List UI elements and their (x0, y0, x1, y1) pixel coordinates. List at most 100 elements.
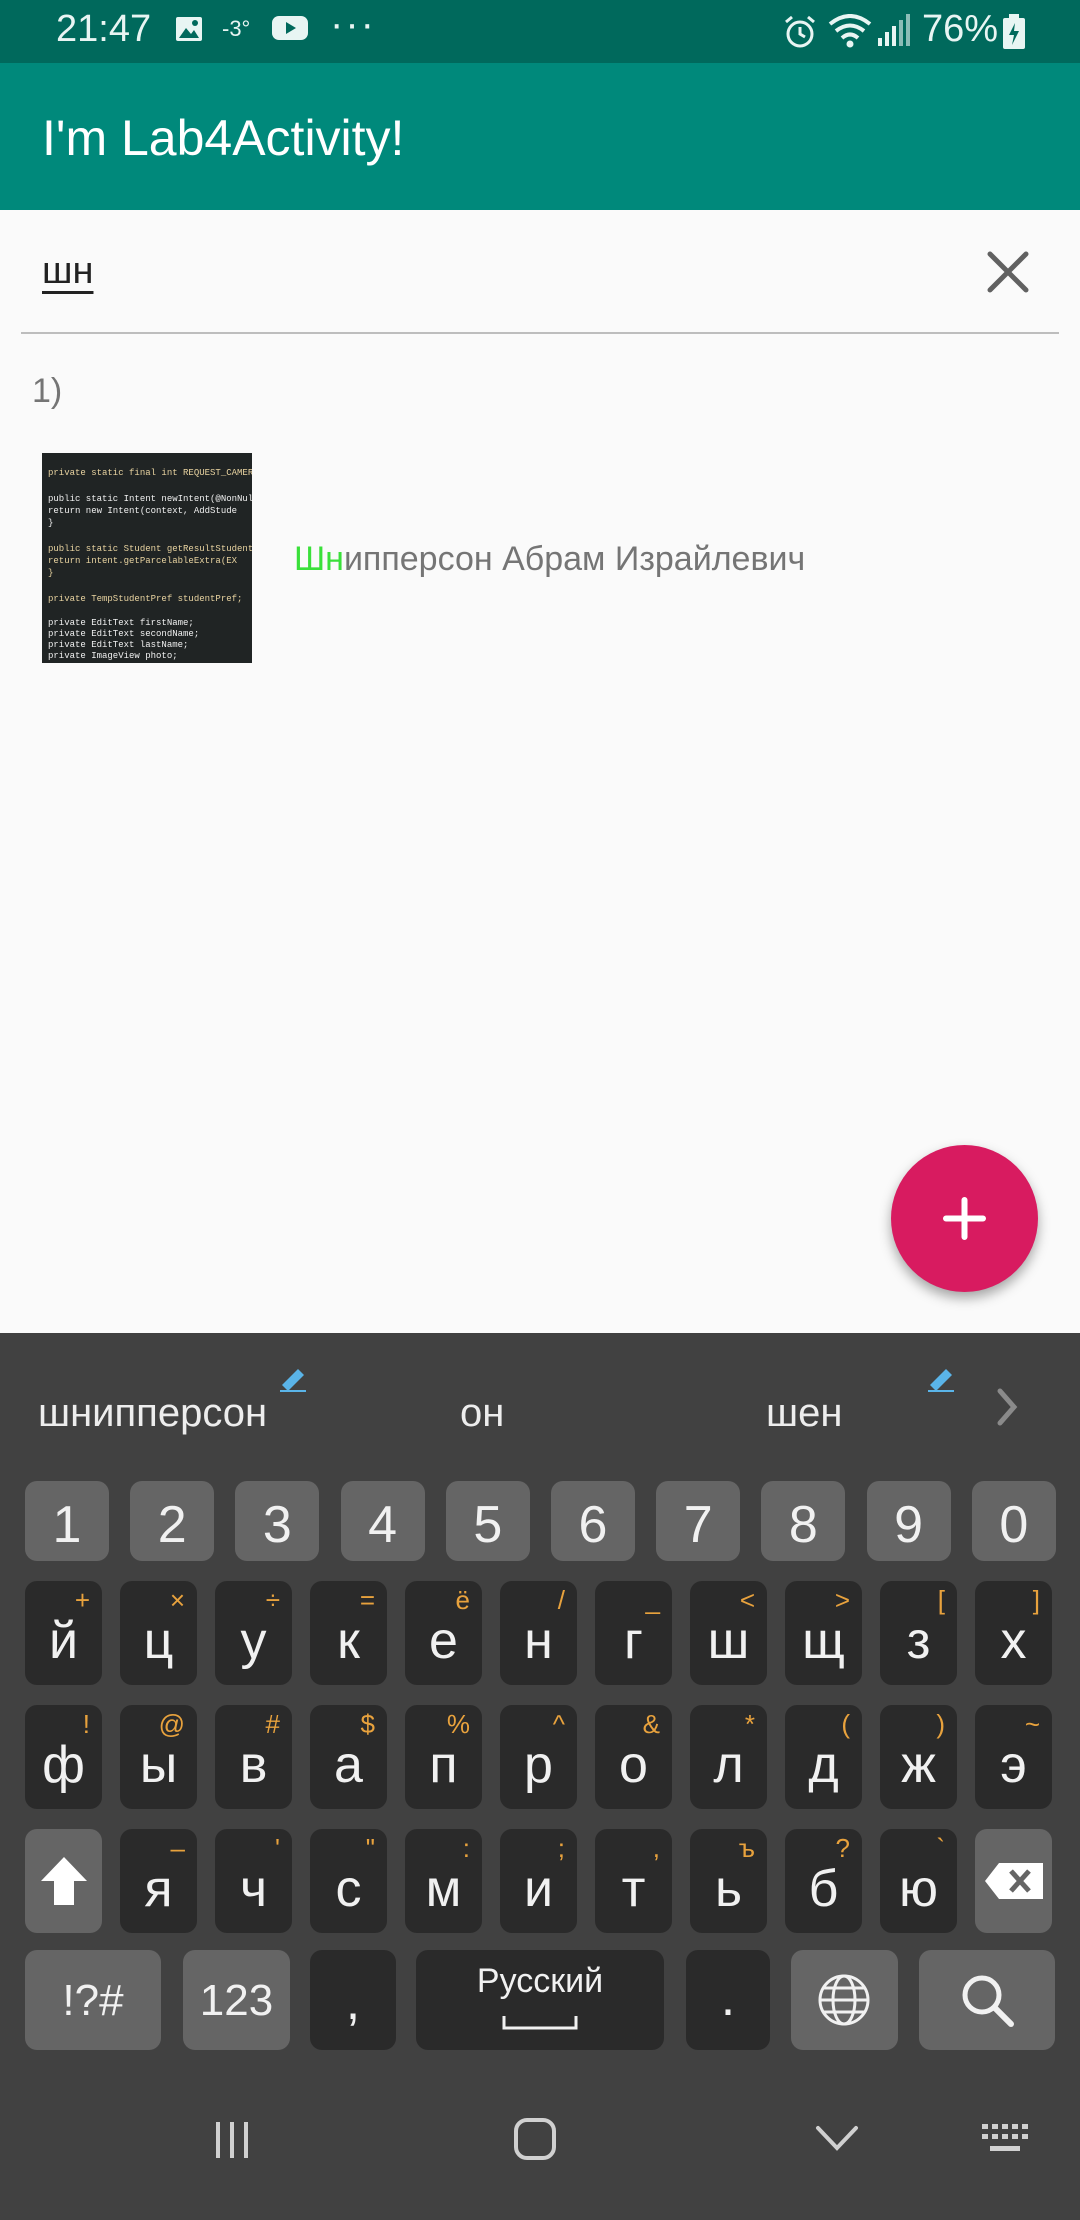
home-icon[interactable] (512, 2116, 558, 2162)
svg-text:private TempStudentPref studen: private TempStudentPref studentPref; (48, 594, 242, 604)
key-ч[interactable]: ч ' (215, 1829, 292, 1933)
comma-key[interactable]: , (310, 1950, 396, 2050)
chevron-right-icon[interactable] (992, 1385, 1022, 1429)
key-3[interactable]: 3 (235, 1481, 320, 1561)
key-label: а (334, 1736, 363, 1794)
key-label: ф (42, 1736, 85, 1794)
numbers-key[interactable]: 123 (183, 1950, 290, 2050)
key-label: 8 (788, 1496, 818, 1554)
key-з[interactable]: з[ (880, 1581, 957, 1685)
key-label: н (524, 1612, 553, 1670)
suggestion-1[interactable]: шнипперсон (38, 1391, 267, 1436)
key-ж[interactable]: ж) (880, 1705, 957, 1809)
add-student-button[interactable] (891, 1145, 1038, 1292)
key-label: б (808, 1860, 839, 1918)
key-м[interactable]: м: (405, 1829, 482, 1933)
key-label: л (713, 1736, 744, 1794)
key-у[interactable]: у ÷ (215, 1581, 292, 1685)
search-key[interactable] (919, 1950, 1055, 2050)
key-д[interactable]: д( (785, 1705, 862, 1809)
battery-percent: 76% (922, 8, 999, 50)
language-key[interactable] (791, 1950, 898, 2050)
recents-icon[interactable] (210, 2118, 254, 2162)
space-key[interactable]: Русский (416, 1950, 664, 2050)
key-с[interactable]: с " (310, 1829, 387, 1933)
key-е[interactable]: её (405, 1581, 482, 1685)
back-down-icon[interactable] (814, 2122, 860, 2156)
key-н[interactable]: н / (500, 1581, 577, 1685)
app-bar: I'm Lab4Activity! (0, 63, 1080, 210)
shift-key[interactable] (25, 1829, 102, 1933)
key-к[interactable]: к = (310, 1581, 387, 1685)
status-time: 21:47 (56, 8, 152, 50)
student-photo[interactable]: private static final int REQUEST_CAMERA … (42, 453, 252, 663)
key-9[interactable]: 9 (866, 1481, 951, 1561)
space-bar-icon (502, 2016, 578, 2030)
student-name[interactable]: Шнипперсон Абрам Израйлевич (294, 540, 805, 579)
key-hint: & (642, 1709, 660, 1739)
backspace-key[interactable] (975, 1829, 1052, 1933)
key-а[interactable]: а $ (310, 1705, 387, 1809)
key-0[interactable]: 0 (971, 1481, 1056, 1561)
key-4[interactable]: 4 (340, 1481, 425, 1561)
symbols-key[interactable]: !?# (25, 1950, 161, 2050)
key-и[interactable]: и; (500, 1829, 577, 1933)
key-hint: $ (360, 1709, 375, 1739)
svg-text:private EditText secondName;: private EditText secondName; (48, 629, 199, 639)
key-2[interactable]: 2 (130, 1481, 215, 1561)
key-hint: # (265, 1709, 280, 1739)
key-8[interactable]: 8 (761, 1481, 846, 1561)
key-л[interactable]: л * (690, 1705, 767, 1809)
key-х[interactable]: х] (975, 1581, 1052, 1685)
svg-text:return intent.getParcelableExt: return intent.getParcelableExtra(EX (48, 556, 238, 566)
svg-text:private ImageView photo;: private ImageView photo; (48, 651, 178, 661)
key-т[interactable]: т, (595, 1829, 672, 1933)
key-ц[interactable]: ц × (120, 1581, 197, 1685)
key-ь[interactable]: ьъ (690, 1829, 767, 1933)
key-6[interactable]: 6 (551, 1481, 635, 1561)
key-5[interactable]: 5 (445, 1481, 530, 1561)
period-key[interactable]: . (686, 1950, 770, 2050)
key-label: г (624, 1612, 643, 1670)
key-hint: ! (82, 1709, 90, 1739)
key-hint: ~ (1024, 1709, 1040, 1739)
signal-icon (878, 14, 910, 46)
key-hint: : (462, 1833, 470, 1863)
key-р[interactable]: р ^ (500, 1705, 577, 1809)
globe-icon (818, 1974, 870, 2026)
name-highlight: Шн (294, 540, 344, 578)
search-input[interactable]: шн (42, 250, 93, 293)
svg-text:public static Intent newIntent: public static Intent newIntent(@NonNull (48, 494, 252, 504)
key-б[interactable]: б? (785, 1829, 862, 1933)
key-я[interactable]: я – (120, 1829, 197, 1933)
keyboard-icon[interactable] (980, 2120, 1030, 2160)
key-п[interactable]: п% (405, 1705, 482, 1809)
key-label: й (48, 1612, 79, 1670)
key-ш[interactable]: ш < (690, 1581, 767, 1685)
key-г[interactable]: г _ (595, 1581, 672, 1685)
suggestion-2[interactable]: он (460, 1391, 504, 1436)
key-в[interactable]: в # (215, 1705, 292, 1809)
key-щ[interactable]: щ > (785, 1581, 862, 1685)
key-1[interactable]: 1 (25, 1481, 109, 1561)
key-hint: ; (557, 1833, 565, 1863)
key-label: ю (899, 1860, 938, 1918)
key-label: 5 (473, 1496, 503, 1554)
youtube-icon (272, 16, 308, 40)
key-label: п (429, 1736, 458, 1794)
key-ф[interactable]: ф! (25, 1705, 102, 1809)
key-й[interactable]: й + (25, 1581, 102, 1685)
suggestion-3[interactable]: шен (766, 1391, 842, 1436)
key-hint: ) (936, 1709, 945, 1739)
status-temperature: -3° (222, 16, 251, 41)
key-label: е (429, 1612, 458, 1670)
key-ы[interactable]: ы @ (120, 1705, 197, 1809)
key-7[interactable]: 7 (656, 1481, 741, 1561)
key-hint: = (359, 1585, 375, 1615)
key-о[interactable]: о & (595, 1705, 672, 1809)
search-underline (21, 332, 1059, 334)
close-icon[interactable] (980, 244, 1036, 300)
key-э[interactable]: э ~ (975, 1705, 1052, 1809)
backspace-icon (985, 1863, 1043, 1899)
key-ю[interactable]: ю ` (880, 1829, 957, 1933)
